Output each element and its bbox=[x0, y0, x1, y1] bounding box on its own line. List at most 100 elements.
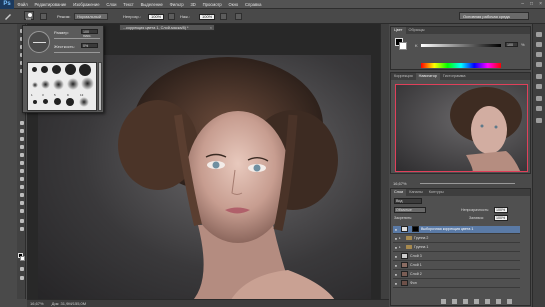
brush-preset[interactable] bbox=[54, 98, 61, 105]
document-tab[interactable]: ...коррекция цвета 1, Слой-маска/8) * × bbox=[119, 24, 215, 31]
brush-preset[interactable] bbox=[41, 66, 48, 73]
tab-channels[interactable]: Каналы bbox=[406, 189, 425, 196]
brush-tool-icon[interactable] bbox=[4, 13, 12, 20]
menu-image[interactable]: Изображение bbox=[70, 2, 103, 7]
layer-opacity-input[interactable]: 100% bbox=[494, 207, 508, 213]
flow-input[interactable]: 100% bbox=[199, 13, 216, 20]
layer-mask-thumb[interactable] bbox=[412, 226, 419, 233]
layer-row[interactable]: ● ▸ Группа 2 bbox=[393, 235, 520, 243]
mode-select[interactable]: Нормальный bbox=[74, 13, 108, 20]
type-tool-icon[interactable] bbox=[18, 192, 25, 198]
minimize-button[interactable]: – bbox=[521, 1, 524, 7]
gradient-tool-icon[interactable] bbox=[18, 160, 25, 166]
character-icon[interactable] bbox=[536, 74, 542, 79]
brush-preset[interactable] bbox=[32, 67, 37, 72]
hand-tool-icon[interactable] bbox=[18, 218, 25, 224]
brush-hardness-input[interactable]: 0% bbox=[81, 43, 98, 48]
zoom-readout[interactable]: 16,67% bbox=[30, 301, 44, 306]
layer-fill-input[interactable]: 100% bbox=[494, 215, 508, 221]
background-color-swatch[interactable] bbox=[20, 256, 25, 261]
brush-panel-toggle[interactable] bbox=[40, 13, 47, 20]
brush-preset-picker[interactable]: 100 bbox=[24, 11, 34, 21]
menu-select[interactable]: Выделение bbox=[137, 2, 166, 7]
preset-scrollbar[interactable] bbox=[98, 62, 102, 111]
tab-navigator[interactable]: Навигатор bbox=[415, 73, 440, 80]
k-channel-input[interactable]: 100 bbox=[505, 42, 518, 47]
navigator-preview[interactable] bbox=[395, 84, 528, 172]
fx-icon[interactable] bbox=[452, 299, 457, 304]
maximize-button[interactable]: □ bbox=[530, 1, 533, 7]
brush-preset[interactable] bbox=[79, 97, 89, 107]
eraser-tool-icon[interactable] bbox=[18, 152, 25, 158]
menu-window[interactable]: Окно bbox=[225, 2, 242, 7]
brush-hardness-slider[interactable] bbox=[54, 52, 100, 53]
menu-filter[interactable]: Фильтр bbox=[166, 2, 187, 7]
history-brush-tool-icon[interactable] bbox=[18, 144, 25, 150]
pressure-size-icon[interactable] bbox=[235, 13, 242, 20]
layer-row[interactable]: ● Слой 3 bbox=[393, 253, 520, 261]
layer-filter-select[interactable]: Вид bbox=[394, 198, 422, 204]
menu-help[interactable]: Справка bbox=[242, 2, 265, 7]
visibility-eye-icon[interactable]: ● bbox=[393, 263, 399, 268]
history-icon[interactable] bbox=[536, 32, 542, 37]
pressure-opacity-icon[interactable] bbox=[168, 13, 175, 20]
expand-arrow-icon[interactable]: ▸ bbox=[399, 245, 404, 249]
tab-layers[interactable]: Слои bbox=[391, 189, 407, 196]
close-button[interactable]: × bbox=[539, 1, 542, 7]
brush-preset[interactable] bbox=[65, 64, 76, 75]
brush-preset[interactable] bbox=[66, 98, 74, 106]
folder-icon[interactable] bbox=[485, 299, 490, 304]
brush-angle-control[interactable] bbox=[28, 31, 50, 53]
expand-arrow-icon[interactable]: ▸ bbox=[399, 236, 404, 240]
layer-row[interactable]: ● ▸ Группа 1 bbox=[393, 244, 520, 252]
tab-color[interactable]: Цвет bbox=[391, 27, 406, 34]
tab-swatches[interactable]: Образцы bbox=[406, 27, 428, 34]
pen-tool-icon[interactable] bbox=[18, 184, 25, 190]
clone-source-icon[interactable] bbox=[536, 62, 542, 67]
brush-preset[interactable] bbox=[67, 78, 79, 90]
quick-mask-icon[interactable] bbox=[18, 266, 25, 272]
color-bg-swatch[interactable] bbox=[399, 42, 407, 50]
navigator-zoom-slider[interactable] bbox=[420, 183, 515, 184]
color-spectrum-bar[interactable] bbox=[421, 63, 501, 68]
adjustment-icon[interactable] bbox=[474, 299, 479, 304]
menu-type[interactable]: Текст bbox=[120, 2, 137, 7]
brush-tool-icon[interactable] bbox=[18, 128, 25, 134]
properties-icon[interactable] bbox=[536, 106, 542, 111]
shape-tool-icon[interactable] bbox=[18, 208, 25, 214]
airbrush-icon[interactable] bbox=[220, 13, 227, 20]
layer-row[interactable]: ● Слой 2 bbox=[393, 271, 520, 279]
visibility-eye-icon[interactable]: ● bbox=[393, 227, 399, 232]
path-select-tool-icon[interactable] bbox=[18, 200, 25, 206]
menu-edit[interactable]: Редактирование bbox=[31, 2, 70, 7]
opacity-input[interactable]: 100% bbox=[148, 13, 165, 20]
layer-comps-icon[interactable] bbox=[536, 118, 542, 123]
paragraph-icon[interactable] bbox=[536, 84, 542, 89]
brush-preset[interactable] bbox=[79, 64, 91, 76]
brush-preset[interactable] bbox=[53, 79, 64, 90]
menu-view[interactable]: Просмотр bbox=[199, 2, 225, 7]
tab-adjustments[interactable]: Коррекция bbox=[391, 73, 416, 80]
brush-size-input[interactable]: 100 пикс. bbox=[81, 29, 98, 38]
layer-row[interactable]: ● Слой 1 bbox=[393, 262, 520, 270]
screen-mode-icon[interactable] bbox=[18, 275, 25, 281]
brush-preset[interactable] bbox=[52, 65, 61, 74]
menu-3d[interactable]: 3D bbox=[187, 2, 199, 7]
actions-icon[interactable] bbox=[536, 42, 542, 47]
layer-row[interactable]: ● Выборочная коррекция цвета 1 bbox=[393, 226, 520, 234]
new-layer-icon[interactable] bbox=[496, 299, 501, 304]
clone-stamp-tool-icon[interactable] bbox=[18, 136, 25, 142]
brush-preset[interactable] bbox=[33, 100, 37, 104]
brush-preset[interactable] bbox=[81, 77, 94, 90]
blend-mode-select[interactable]: Обычные bbox=[394, 207, 426, 213]
menu-file[interactable]: Файл bbox=[14, 2, 31, 7]
blur-tool-icon[interactable] bbox=[18, 168, 25, 174]
healing-brush-tool-icon[interactable] bbox=[18, 120, 25, 126]
tab-histogram[interactable]: Гистограмма bbox=[440, 73, 469, 80]
layer-row[interactable]: ● Фон bbox=[393, 280, 520, 288]
brush-size-slider[interactable] bbox=[54, 38, 100, 39]
menu-layers[interactable]: Слои bbox=[103, 2, 120, 7]
trash-icon[interactable] bbox=[507, 299, 512, 304]
info-icon[interactable] bbox=[536, 96, 542, 101]
mask-icon[interactable] bbox=[463, 299, 468, 304]
